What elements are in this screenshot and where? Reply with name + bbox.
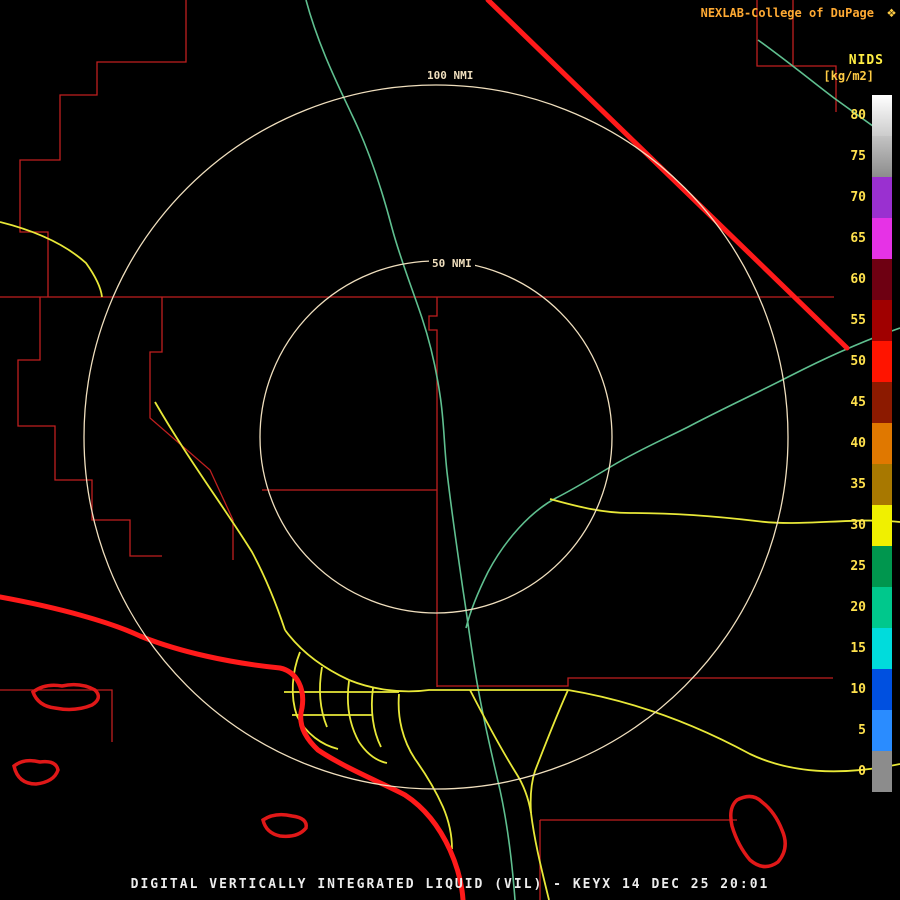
islands-path (14, 761, 58, 784)
rivers-path (466, 328, 900, 628)
colorbar-row: 80 (836, 95, 892, 136)
colorbar-swatch (872, 423, 892, 464)
colorbar-row: 0 (836, 751, 892, 792)
rivers-path (306, 0, 515, 900)
highways-path (372, 688, 381, 747)
colorbar-tick-label: 5 (836, 723, 872, 738)
highways-path (285, 630, 470, 691)
colorbar-swatch (872, 341, 892, 382)
map-svg (0, 0, 900, 900)
colorbar-row: 15 (836, 628, 892, 669)
colorbar-swatch (872, 546, 892, 587)
county-lines-path (20, 0, 186, 297)
colorbar-tick-label: 50 (836, 354, 872, 369)
colorbar-row: 25 (836, 546, 892, 587)
county-lines (0, 0, 836, 900)
colorbar-tick-label: 55 (836, 313, 872, 328)
county-lines-path (150, 297, 233, 560)
colorbar-row: 20 (836, 587, 892, 628)
colorbar-swatch (872, 382, 892, 423)
colorbar-swatch (872, 710, 892, 751)
colorbar-tick-label: 75 (836, 149, 872, 164)
colorbar-swatch (872, 95, 892, 136)
colorbar-row: 35 (836, 464, 892, 505)
colorbar-tick-label: 20 (836, 600, 872, 615)
colorbar-tick-label: 30 (836, 518, 872, 533)
highways-path (155, 402, 285, 630)
colorbar-tick-label: 65 (836, 231, 872, 246)
colorbar-tick-label: 45 (836, 395, 872, 410)
range-ring-label-50nmi: 50 NMI (429, 257, 475, 270)
colorbar-swatch (872, 218, 892, 259)
interstates-path (0, 597, 463, 900)
colorbar-swatch (872, 669, 892, 710)
colorbar-tick-label: 15 (836, 641, 872, 656)
colorbar-swatch (872, 628, 892, 669)
colorbar: 80757065605550454035302520151050 (836, 95, 892, 792)
colorbar-swatch (872, 751, 892, 792)
colorbar-swatch (872, 505, 892, 546)
colorbar-swatch (872, 136, 892, 177)
units-label: [kg/m2] (823, 69, 874, 83)
highways-path (320, 667, 327, 727)
colorbar-swatch (872, 300, 892, 341)
colorbar-row: 70 (836, 177, 892, 218)
islands-path (263, 815, 306, 837)
colorbar-row: 55 (836, 300, 892, 341)
county-lines-path (18, 297, 162, 556)
colorbar-tick-label: 70 (836, 190, 872, 205)
county-lines-path (437, 678, 833, 686)
colorbar-swatch (872, 464, 892, 505)
colorbar-row: 75 (836, 136, 892, 177)
radar-display: 100 NMI 50 NMI NEXLAB-College of DuPage … (0, 0, 900, 900)
colorbar-row: 5 (836, 710, 892, 751)
colorbar-row: 65 (836, 218, 892, 259)
range-ring (260, 261, 612, 613)
colorbar-swatch (872, 177, 892, 218)
colorbar-row: 45 (836, 382, 892, 423)
islands-path (33, 685, 98, 710)
highways-path (293, 652, 338, 749)
colorbar-swatch (872, 587, 892, 628)
colorbar-tick-label: 60 (836, 272, 872, 287)
colorbar-row: 60 (836, 259, 892, 300)
colorbar-tick-label: 35 (836, 477, 872, 492)
range-ring-label-100nmi: 100 NMI (424, 69, 476, 82)
highways-path (348, 681, 387, 763)
islands-path (731, 796, 785, 866)
colorbar-row: 50 (836, 341, 892, 382)
colorbar-tick-label: 40 (836, 436, 872, 451)
colorbar-row: 30 (836, 505, 892, 546)
highways-path (399, 694, 452, 849)
product-code-label: NIDS (849, 53, 884, 68)
cod-logo-icon: ❖ (887, 3, 896, 21)
highways-path (531, 690, 568, 813)
product-caption: DIGITAL VERTICALLY INTEGRATED LIQUID (VI… (0, 877, 900, 892)
interstates (0, 0, 847, 900)
highways-path (0, 222, 102, 297)
colorbar-tick-label: 80 (836, 108, 872, 123)
colorbar-tick-label: 0 (836, 764, 872, 779)
colorbar-swatch (872, 259, 892, 300)
brand-text: NEXLAB-College of DuPage (701, 6, 874, 20)
county-lines-path (0, 690, 112, 742)
colorbar-tick-label: 10 (836, 682, 872, 697)
colorbar-row: 40 (836, 423, 892, 464)
colorbar-tick-label: 25 (836, 559, 872, 574)
rivers (306, 0, 900, 900)
colorbar-row: 10 (836, 669, 892, 710)
